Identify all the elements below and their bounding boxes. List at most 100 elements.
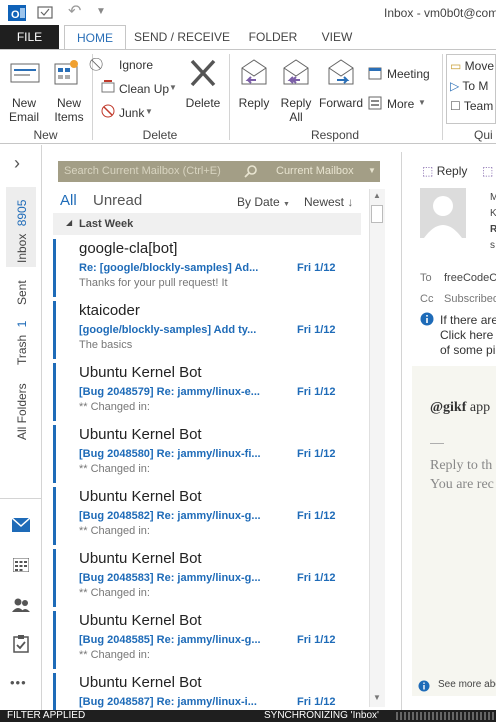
folder-sent[interactable]: Sent xyxy=(15,280,29,305)
message-sender: Ubuntu Kernel Bot xyxy=(79,550,202,567)
collapse-triangle-icon[interactable]: ◢ xyxy=(66,218,72,227)
message-sender: Ubuntu Kernel Bot xyxy=(79,426,202,443)
delete-label: Delete xyxy=(185,96,221,110)
info-line: Click here t xyxy=(440,328,496,342)
reply-all-label: Reply All xyxy=(280,96,312,124)
group-label-delete: Delete xyxy=(142,128,178,142)
quick-steps-gallery[interactable]: ▭ Move ▷ To M ☐ Team xyxy=(446,54,496,124)
send-receive-all-icon[interactable] xyxy=(37,4,53,20)
scrollbar-thumb[interactable] xyxy=(371,205,383,223)
message-row[interactable]: Ubuntu Kernel Bot [Bug 2048582] Re: jamm… xyxy=(53,485,361,548)
group-label-new: New xyxy=(33,128,58,142)
reply-all-icon[interactable]: ⬚ xyxy=(482,164,493,178)
reply-button[interactable]: Reply xyxy=(234,54,274,126)
team-icon: ☐ xyxy=(450,99,464,113)
more-icon xyxy=(368,96,382,113)
people-icon[interactable] xyxy=(12,597,30,616)
sort-order-toggle[interactable]: Newest ↓ xyxy=(304,195,353,209)
sender-info-line: s xyxy=(490,240,495,251)
tab-send-receive[interactable]: SEND / RECEIVE xyxy=(131,25,233,49)
message-row[interactable]: Ubuntu Kernel Bot [Bug 2048585] Re: jamm… xyxy=(53,609,361,672)
message-row[interactable]: Ubuntu Kernel Bot [Bug 2048580] Re: jamm… xyxy=(53,423,361,486)
sort-order-label: Newest xyxy=(304,195,345,209)
folder-sent-label: Sent xyxy=(15,280,29,305)
message-date: Fri 1/12 xyxy=(297,510,336,522)
search-icon[interactable] xyxy=(244,164,258,181)
search-input[interactable]: Search Current Mailbox (Ctrl+E) xyxy=(64,165,221,177)
folder-all-folders[interactable]: All Folders xyxy=(15,383,29,440)
status-sync: SYNCHRONIZING 'Inbox' xyxy=(264,710,379,721)
scroll-down-arrow-icon[interactable]: ▼ xyxy=(373,693,381,702)
ignore-button[interactable]: ⃠ Ignore xyxy=(99,56,179,74)
tasks-icon[interactable] xyxy=(13,635,29,656)
folder-inbox[interactable]: Inbox 8905 xyxy=(6,187,36,267)
status-bar: FILTER APPLIED SYNCHRONIZING 'Inbox' xyxy=(0,710,496,722)
people-pane-text[interactable]: See more abou xyxy=(438,679,496,690)
undo-icon[interactable]: ↶ xyxy=(68,1,84,20)
unread-indicator xyxy=(53,363,56,421)
message-preview: Thanks for your pull request! It xyxy=(79,277,228,289)
tab-file[interactable]: FILE xyxy=(0,25,59,49)
info-bar[interactable]: If there are Click here t of some pi xyxy=(440,313,496,358)
quick-step-team[interactable]: ☐ Team xyxy=(450,99,493,113)
arrow-down-icon: ↓ xyxy=(347,195,354,209)
meeting-button[interactable]: Meeting xyxy=(368,65,436,83)
new-items-button[interactable]: New Items xyxy=(47,54,89,126)
filter-all[interactable]: All xyxy=(60,192,77,209)
tab-folder[interactable]: FOLDER xyxy=(242,25,304,49)
body-separator: — xyxy=(430,434,444,450)
message-preview: ** Changed in: xyxy=(79,649,150,661)
new-email-button[interactable]: New Email xyxy=(2,54,46,126)
reading-reply-button[interactable]: ⬚ Reply xyxy=(422,164,467,178)
to-value[interactable]: freeCodeC xyxy=(444,272,496,284)
chevron-down-icon: ▼ xyxy=(145,107,153,116)
reply-all-button[interactable]: Reply All xyxy=(276,54,316,126)
chevron-down-icon[interactable]: ▼ xyxy=(368,166,376,175)
quick-step-to-manager[interactable]: ▷ To M xyxy=(450,79,488,93)
message-row[interactable]: Ubuntu Kernel Bot [Bug 2048579] Re: jamm… xyxy=(53,361,361,424)
message-row[interactable]: google-cla[bot] Re: [google/blockly-samp… xyxy=(53,237,361,300)
tab-view[interactable]: VIEW xyxy=(313,25,361,49)
quick-step-move[interactable]: ▭ Move xyxy=(450,59,494,73)
sort-by-dropdown[interactable]: By Date ▼ xyxy=(237,195,290,209)
clean-up-button[interactable]: Clean Up ▼ xyxy=(99,80,189,98)
cc-value[interactable]: Subscribed xyxy=(444,293,496,305)
message-sender: google-cla[bot] xyxy=(79,240,178,257)
junk-button[interactable]: Junk ▼ xyxy=(99,104,159,122)
scroll-up-arrow-icon[interactable]: ▲ xyxy=(373,191,381,200)
clean-up-label: Clean Up xyxy=(119,82,170,96)
message-list-scrollbar[interactable]: ▲ ▼ xyxy=(369,189,385,707)
calendar-icon[interactable] xyxy=(12,557,30,575)
expand-folder-pane-icon[interactable]: › xyxy=(14,153,20,174)
more-icon[interactable]: ••• xyxy=(10,675,27,690)
group-header[interactable]: ◢ Last Week xyxy=(53,213,361,235)
search-box[interactable]: Search Current Mailbox (Ctrl+E) Current … xyxy=(58,161,380,182)
tab-home[interactable]: HOME xyxy=(64,25,126,51)
forward-icon xyxy=(325,58,357,93)
message-date: Fri 1/12 xyxy=(297,324,336,336)
mail-icon[interactable] xyxy=(11,517,31,535)
mention-link[interactable]: @gikf xyxy=(430,400,466,415)
folder-inbox-text: Inbox 8905 xyxy=(15,200,29,263)
meeting-label: Meeting xyxy=(387,67,430,81)
message-subject: [Bug 2048580] Re: jammy/linux-fi... xyxy=(79,448,261,460)
message-row[interactable]: ktaicoder [google/blockly-samples] Add t… xyxy=(53,299,361,362)
status-filter-applied: FILTER APPLIED xyxy=(7,710,86,721)
customize-toolbar-icon[interactable]: ▼ xyxy=(96,6,112,22)
ribbon: New Email New Items New ⃠ Ignore Clean U… xyxy=(0,49,496,144)
message-row[interactable]: Ubuntu Kernel Bot [Bug 2048587] Re: jamm… xyxy=(53,671,361,710)
message-date: Fri 1/12 xyxy=(297,386,336,398)
message-row[interactable]: Ubuntu Kernel Bot [Bug 2048583] Re: jamm… xyxy=(53,547,361,610)
unread-indicator xyxy=(53,673,56,710)
forward-button[interactable]: Forward xyxy=(318,54,364,126)
search-scope[interactable]: Current Mailbox xyxy=(276,165,354,177)
unread-indicator xyxy=(53,487,56,545)
message-subject: [Bug 2048585] Re: jammy/linux-g... xyxy=(79,634,261,646)
ribbon-tabs: FILE HOME SEND / RECEIVE FOLDER VIEW xyxy=(0,25,496,51)
folder-trash[interactable]: Trash 1 xyxy=(15,321,29,365)
unread-indicator xyxy=(53,425,56,483)
delete-button[interactable]: Delete xyxy=(183,54,223,126)
more-respond-button[interactable]: More ▼ xyxy=(368,95,436,113)
forward-label: Forward xyxy=(318,96,363,110)
filter-unread[interactable]: Unread xyxy=(93,192,142,209)
